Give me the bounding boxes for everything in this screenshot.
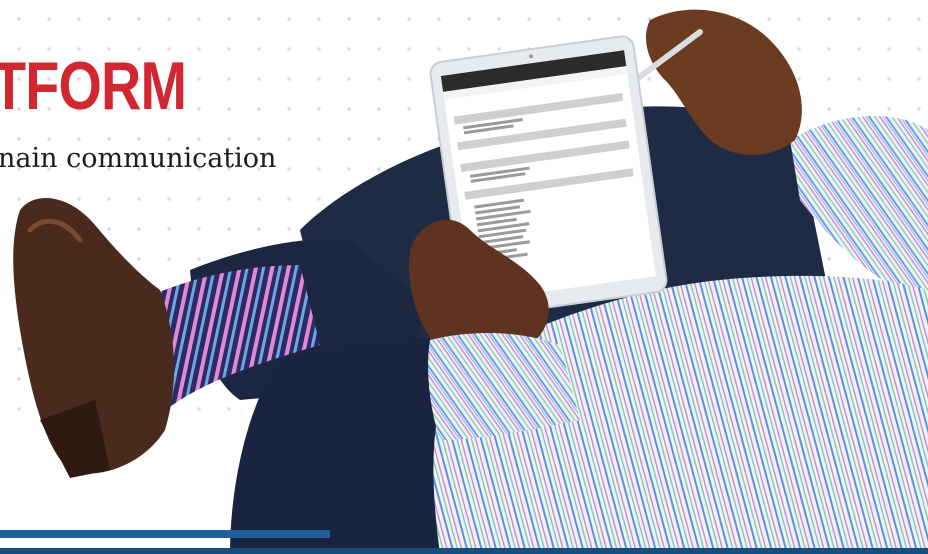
hero-scene: TFORM nain communication (0, 0, 928, 554)
accent-underline (0, 530, 330, 538)
shirt-cuff-lower (428, 333, 580, 440)
man-with-tablet-photo (13, 9, 928, 554)
footer-bar (0, 548, 928, 554)
